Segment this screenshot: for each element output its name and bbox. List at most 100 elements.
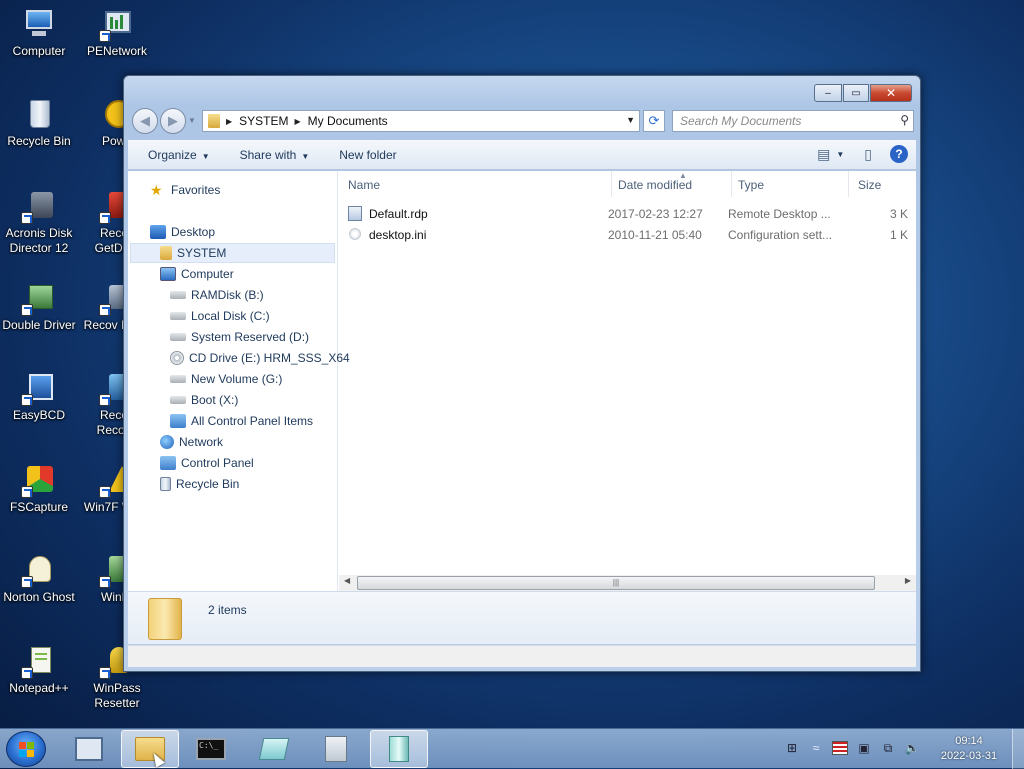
nav-local-disk-c[interactable]: Local Disk (C:)	[170, 306, 270, 326]
control-panel-icon	[160, 456, 176, 470]
drive-icon	[170, 333, 186, 341]
nav-system-reserved-d[interactable]: System Reserved (D:)	[170, 327, 309, 347]
desktop-icon-computer[interactable]: Computer	[0, 8, 78, 59]
minimize-button[interactable]: –	[814, 84, 842, 102]
nav-computer[interactable]: Computer	[160, 264, 234, 284]
nav-favorites[interactable]: ★ Favorites	[150, 180, 220, 200]
breadcrumb-system[interactable]: SYSTEM	[239, 114, 288, 128]
forward-arrow-icon: ▶	[168, 113, 178, 128]
user-folder-icon	[160, 246, 172, 260]
file-row-default-rdp[interactable]: Default.rdp 2017-02-23 12:27 Remote Desk…	[339, 204, 916, 224]
nav-cd-drive-e[interactable]: CD Drive (E:) HRM_SSS_X64	[170, 348, 350, 368]
breadcrumb-chevron-icon[interactable]: ▶	[226, 117, 232, 126]
back-button[interactable]: ◀	[132, 108, 158, 134]
nav-network[interactable]: Network	[160, 432, 223, 452]
fscapture-icon	[21, 464, 55, 498]
rdp-file-icon	[348, 206, 362, 221]
desktop-icon-penetwork[interactable]: PENetwork	[78, 8, 156, 59]
organize-button[interactable]: Organize ▼	[148, 148, 210, 162]
taskbar-recycle-app[interactable]	[370, 730, 428, 768]
nav-control-panel[interactable]: Control Panel	[160, 453, 254, 473]
volume-icon[interactable]: 🔈	[904, 741, 920, 755]
view-controls: ▤ ▼ ▯ ?	[803, 145, 908, 163]
file-list-pane: ▲ Name Date modified Type Size Default.r…	[339, 171, 916, 644]
desktop-icon-norton-ghost[interactable]: Norton Ghost	[0, 554, 78, 605]
navigation-pane: ★ Favorites Desktop SYSTEM Computer RAMD…	[128, 171, 350, 644]
us-flag-icon[interactable]	[832, 741, 848, 755]
new-folder-button[interactable]: New folder	[339, 148, 396, 162]
taskbar-cmd[interactable]: C:\_	[182, 730, 240, 768]
desktop-icon-acronis[interactable]: Acronis Disk Director 12	[0, 190, 78, 256]
network-app-icon	[75, 737, 103, 761]
nav-ramdisk[interactable]: RAMDisk (B:)	[170, 285, 264, 305]
recycle-app-icon	[389, 736, 409, 762]
nav-new-volume-g[interactable]: New Volume (G:)	[170, 369, 282, 389]
system-tray: ⊞ ≈ ▣ ⧉ 🔈	[784, 741, 928, 755]
nav-all-control-panel-items[interactable]: All Control Panel Items	[170, 411, 313, 431]
maximize-button[interactable]: ▭	[843, 84, 869, 102]
star-icon: ★	[150, 182, 163, 198]
clock[interactable]: 09:14 2022-03-31	[932, 734, 1006, 764]
taskbar-network-app[interactable]	[60, 730, 118, 768]
help-icon[interactable]: ?	[890, 145, 908, 163]
forward-button[interactable]: ▶	[160, 108, 186, 134]
view-options-icon[interactable]: ▤	[817, 146, 830, 163]
column-header-size[interactable]: Size	[849, 171, 919, 197]
security-icon[interactable]: ▣	[856, 741, 872, 755]
column-header-name[interactable]: Name	[339, 171, 612, 197]
column-header-type[interactable]: Type	[732, 171, 849, 197]
close-button[interactable]: ✕	[870, 84, 912, 102]
nav-recycle-bin[interactable]: Recycle Bin	[160, 474, 239, 494]
nav-system[interactable]: SYSTEM	[160, 243, 226, 263]
address-dropdown-icon[interactable]: ▼	[626, 115, 635, 125]
column-header-date-modified[interactable]: Date modified	[612, 171, 732, 197]
desktop-icon-double-driver[interactable]: Double Driver	[0, 282, 78, 333]
recycle-bin-icon	[23, 98, 55, 130]
double-driver-icon	[21, 282, 55, 316]
recycle-bin-icon	[160, 477, 171, 491]
clock-time: 09:14	[955, 735, 983, 747]
drive-icon	[170, 291, 186, 299]
scroll-left-icon[interactable]: ◀	[344, 576, 350, 585]
chevron-down-icon[interactable]: ▼	[836, 150, 844, 159]
user-folder-icon	[208, 114, 220, 128]
address-bar[interactable]: ▶ SYSTEM ▶ My Documents ▼	[202, 110, 640, 132]
preview-pane-icon[interactable]: ▯	[864, 146, 872, 163]
desktop-icon	[150, 225, 166, 239]
desktop-icon-notepadpp[interactable]: Notepad++	[0, 645, 78, 696]
content-area: ★ Favorites Desktop SYSTEM Computer RAMD…	[128, 171, 916, 644]
item-count: 2 items	[208, 603, 247, 617]
refresh-button[interactable]: ⟳	[643, 110, 665, 132]
share-with-button[interactable]: Share with ▼	[240, 148, 310, 162]
file-row-desktop-ini[interactable]: desktop.ini 2010-11-21 05:40 Configurati…	[339, 225, 916, 245]
ghost-icon	[21, 554, 55, 588]
nav-boot-x[interactable]: Boot (X:)	[170, 390, 238, 410]
desktop-icon-fscapture[interactable]: FSCapture	[0, 464, 78, 515]
scroll-right-icon[interactable]: ▶	[905, 576, 911, 585]
network-status-icon[interactable]: ⊞	[784, 741, 800, 755]
start-button[interactable]	[6, 731, 46, 767]
taskbar-notes[interactable]	[245, 730, 303, 768]
device-icon[interactable]: ⧉	[880, 741, 896, 755]
wifi-icon[interactable]: ≈	[808, 741, 824, 755]
recent-pages-dropdown[interactable]: ▼	[188, 116, 196, 125]
desktop-icon-recycle-bin[interactable]: Recycle Bin	[0, 98, 78, 149]
nav-desktop[interactable]: Desktop	[150, 222, 215, 242]
breadcrumb-chevron-icon[interactable]: ▶	[295, 117, 301, 126]
chevron-down-icon: ▼	[301, 151, 310, 161]
cmd-icon: C:\_	[196, 738, 226, 760]
taskbar-explorer[interactable]	[121, 730, 179, 768]
horizontal-scrollbar[interactable]: ◀ ||| ▶	[339, 575, 916, 591]
search-icon[interactable]: ⚲	[900, 113, 909, 127]
search-input[interactable]: Search My Documents ⚲	[672, 110, 914, 132]
desktop-icon-easybcd[interactable]: EasyBCD	[0, 372, 78, 423]
taskbar-calculator[interactable]	[307, 730, 365, 768]
explorer-window: – ▭ ✕ ◀ ▶ ▼ ▶ SYSTEM ▶ My Documents ▼ ⟳ …	[123, 75, 921, 672]
drive-icon	[170, 312, 186, 320]
notes-icon	[258, 738, 290, 760]
show-desktop-button[interactable]	[1012, 729, 1024, 769]
back-arrow-icon: ◀	[140, 113, 150, 128]
scrollbar-thumb[interactable]: |||	[357, 576, 875, 590]
breadcrumb-my-documents[interactable]: My Documents	[308, 114, 388, 128]
cd-drive-icon	[170, 351, 184, 365]
